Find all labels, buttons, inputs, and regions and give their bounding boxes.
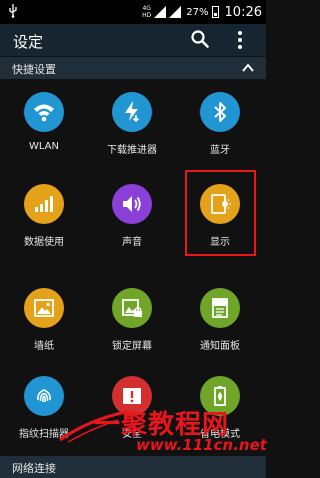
section-title: 网络连接 [12,462,56,475]
quick-item-label: 安全 [122,429,142,440]
quick-item-wallpaper[interactable]: 墙纸 [0,278,88,370]
quick-item-bluetooth[interactable]: 蓝牙 [176,82,264,174]
quick-item-label: 省电模式 [200,429,240,440]
data-usage-icon [24,184,64,224]
chevron-up-icon[interactable] [242,63,254,73]
quick-item-label: WLAN [28,141,59,152]
section-header-network[interactable]: 网络连接 [0,456,266,478]
quick-item-lock-screen[interactable]: 锁定屏幕 [88,278,176,370]
page-title: 设定 [13,33,44,51]
quick-item-download-booster[interactable]: 下载推进器 [88,82,176,174]
quick-item-fingerprint[interactable]: 指纹扫描器 [0,366,88,458]
security-icon [112,376,152,416]
clock: 10:26 [224,4,262,20]
wifi-icon [24,92,64,132]
fingerprint-icon [24,376,64,416]
battery-icon [211,6,219,18]
highlight-box [185,170,256,256]
quick-item-data-usage[interactable]: 数据使用 [0,174,88,266]
sound-icon [112,184,152,224]
bluetooth-icon [200,92,240,132]
quick-item-label: 指纹扫描器 [19,429,69,440]
quick-item-label: 墙纸 [34,341,54,352]
quick-item-label: 声音 [122,237,142,248]
search-icon[interactable] [190,29,210,49]
lock-screen-icon [112,288,152,328]
quick-item-label: 数据使用 [24,237,64,248]
section-title: 快捷设置 [12,63,56,76]
section-header-quick-settings[interactable]: 快捷设置 [0,57,266,79]
action-bar: 设定 [0,24,266,56]
signal-icon-2 [169,6,182,18]
quick-item-label: 通知面板 [200,341,240,352]
network-type: 4G HD [142,5,152,19]
more-options-icon[interactable] [233,28,247,52]
wallpaper-icon [24,288,64,328]
download-booster-icon [112,92,152,132]
usb-icon [9,4,17,18]
notification-panel-icon [200,288,240,328]
quick-item-wlan[interactable]: WLAN [0,82,88,174]
quick-item-notification-panel[interactable]: 通知面板 [176,278,264,370]
quick-item-label: 蓝牙 [210,145,230,156]
quick-item-sound[interactable]: 声音 [88,174,176,266]
power-saving-icon [200,376,240,416]
quick-item-label: 下载推进器 [107,145,157,156]
signal-icon [154,6,167,18]
quick-item-security[interactable]: 安全 [88,366,176,458]
quick-item-label: 锁定屏幕 [112,341,152,352]
quick-item-power-saving[interactable]: 省电模式 [176,366,264,458]
status-bar: 4G HD 27% 10:26 [0,0,266,24]
battery-percent: 27% [186,6,209,18]
